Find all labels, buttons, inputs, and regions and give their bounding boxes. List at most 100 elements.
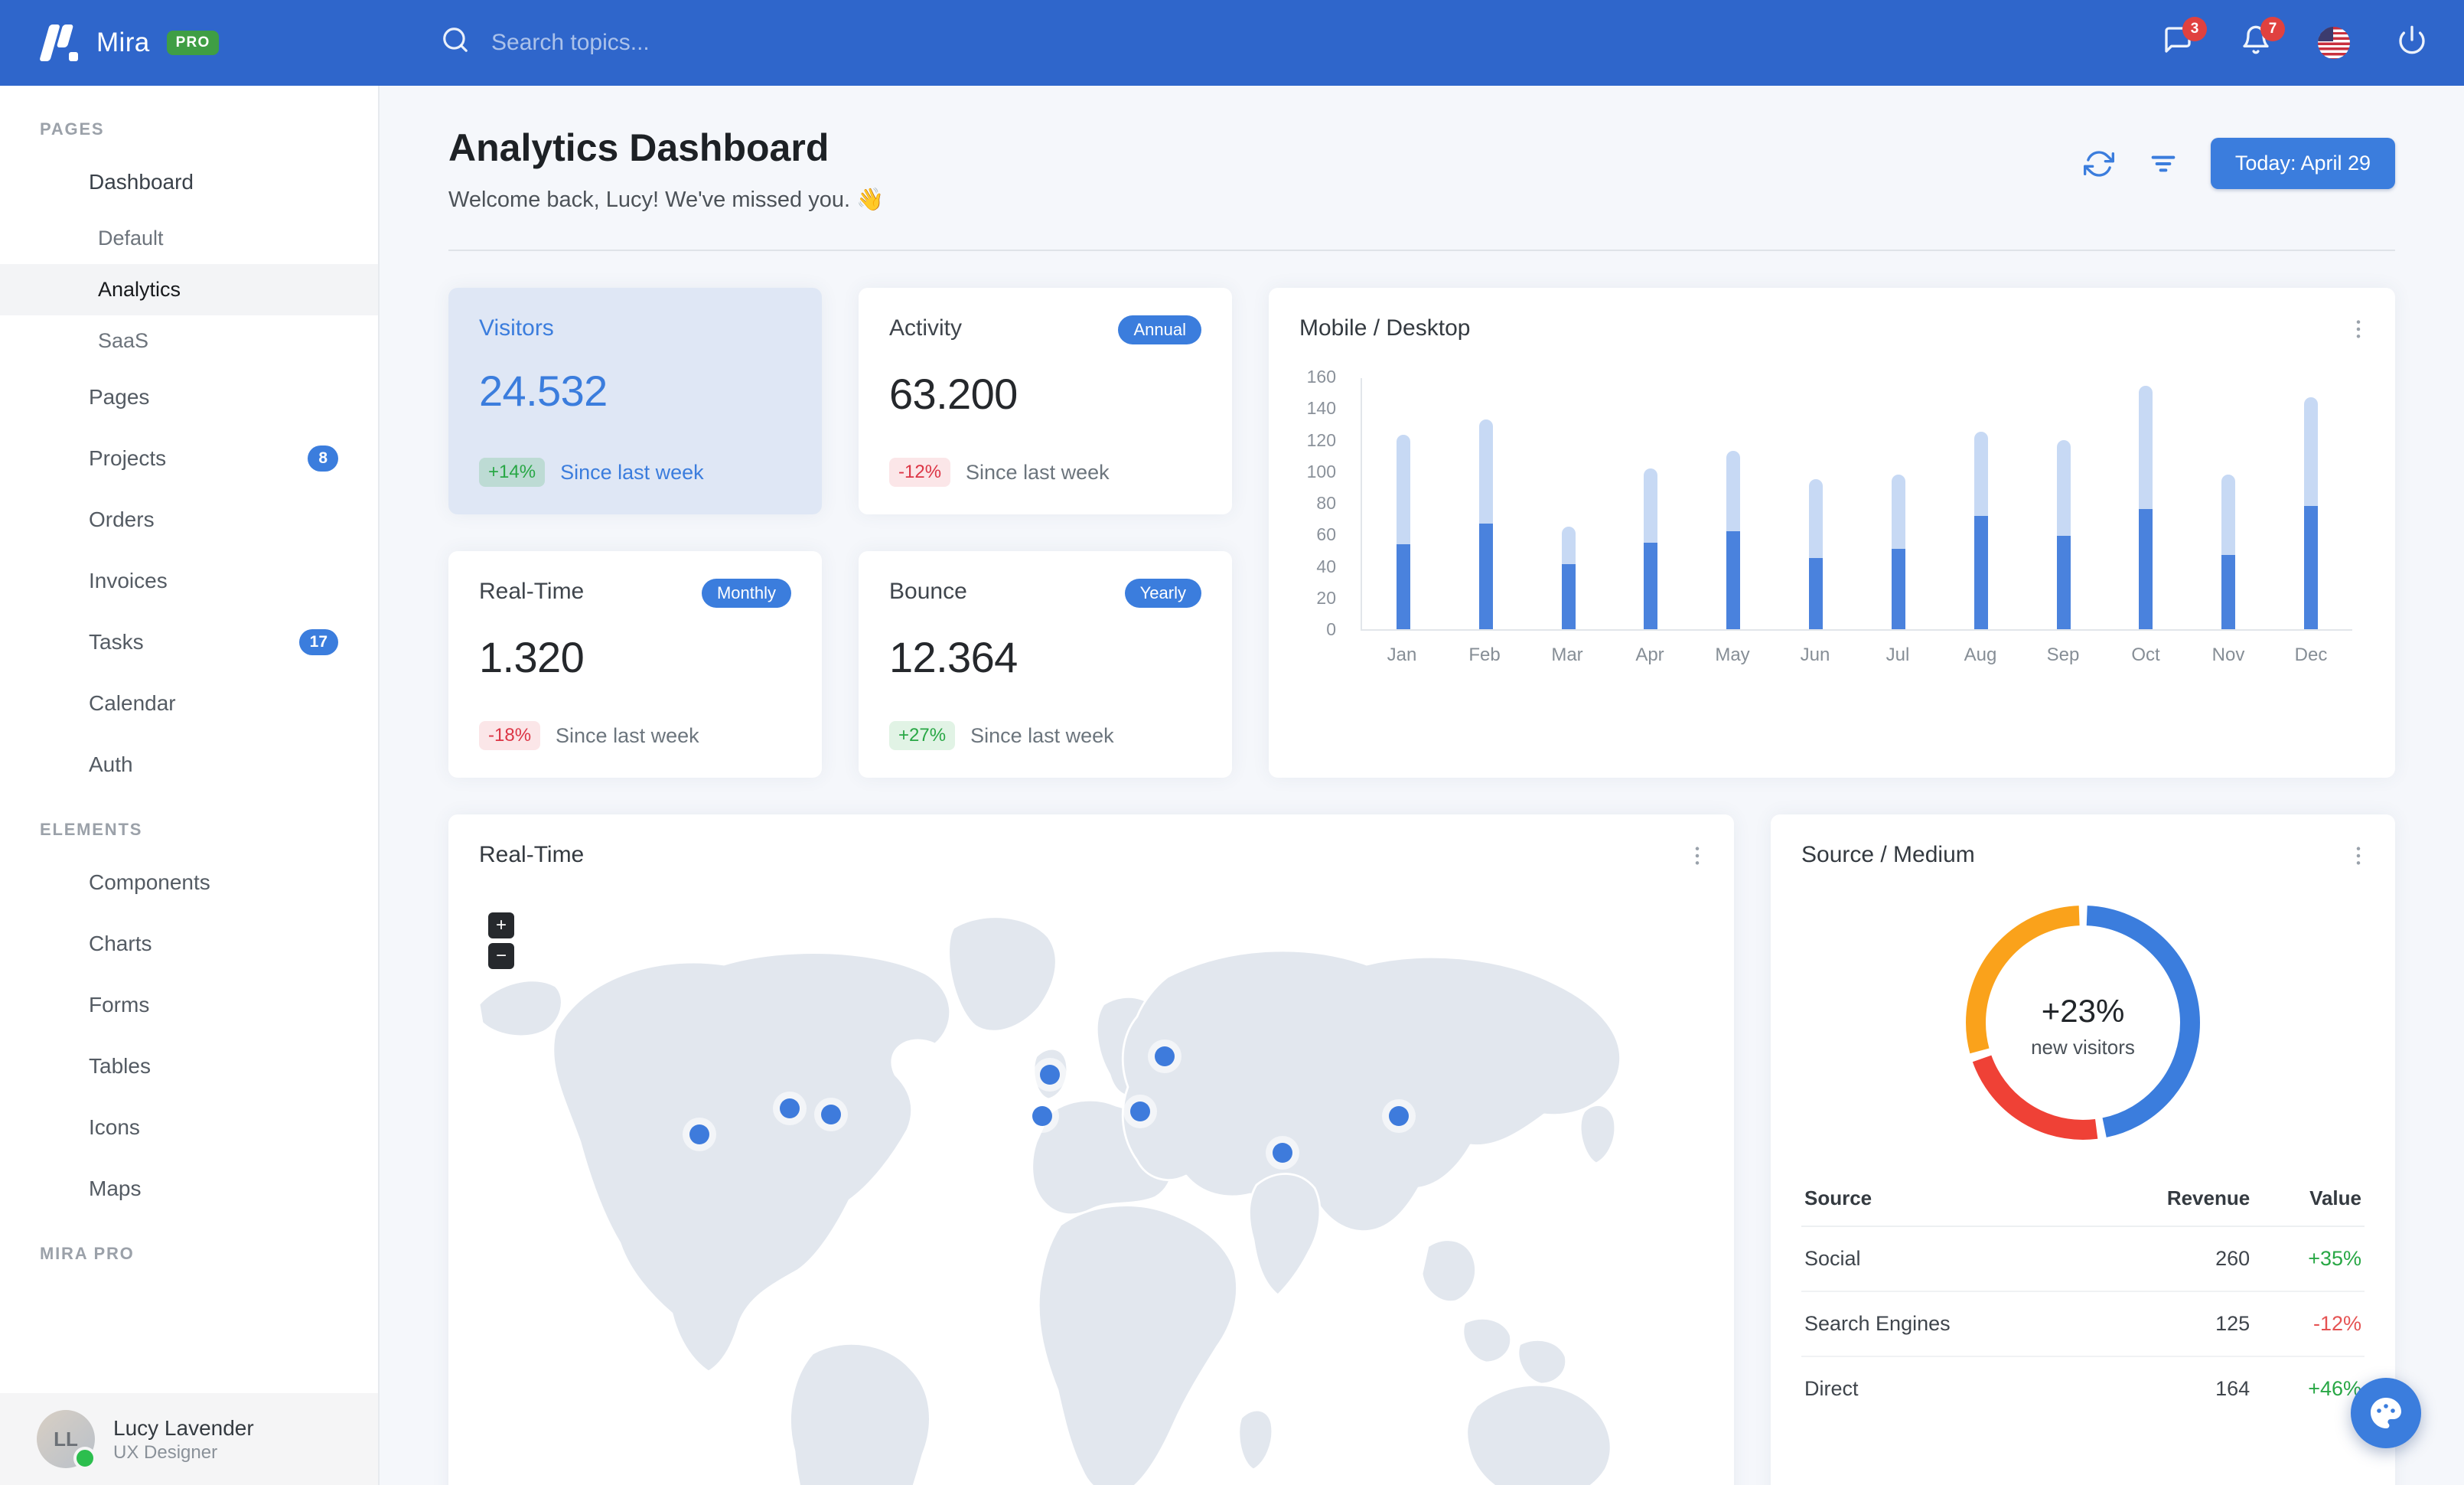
sidebar-item-label: Icons <box>89 1115 140 1139</box>
cell-source: Search Engines <box>1801 1291 2087 1357</box>
col-revenue: Revenue <box>2086 1171 2254 1227</box>
kebab-menu-icon[interactable] <box>1682 839 1713 873</box>
kebab-menu-icon[interactable] <box>2343 312 2374 346</box>
search-input[interactable] <box>488 28 856 57</box>
brand[interactable]: Mira PRO <box>39 24 383 61</box>
mobile-desktop-chart-card: Mobile / Desktop 0 20 40 60 80 100 120 140 160 J… <box>1269 288 2395 778</box>
map-marker-east-europe[interactable] <box>1130 1102 1150 1121</box>
main-content: Analytics Dashboard Welcome back, Lucy! … <box>380 86 2464 1485</box>
stat-caption: Since last week <box>560 460 704 484</box>
cell-value: +46% <box>2308 1377 2361 1400</box>
sidebar-item-tables[interactable]: Tables <box>0 1036 378 1097</box>
chevron-down-icon <box>311 1175 338 1203</box>
map-marker-uk[interactable] <box>1040 1065 1060 1085</box>
map-marker-us-west[interactable] <box>689 1124 709 1144</box>
bar-segment-mobile <box>2221 555 2236 629</box>
navbar-actions: 3 7 <box>2159 17 2430 61</box>
cell-source: Social <box>1801 1226 2087 1292</box>
sidebar-nav: PAGES Dashboard Default Analytics SaaS Pages P… <box>0 86 378 1393</box>
sidebar-item-components[interactable]: Components <box>0 852 378 913</box>
sidebar-item-invoices[interactable]: Invoices <box>0 550 378 612</box>
stat-delta-badge: -12% <box>889 458 951 487</box>
grid-icon <box>40 869 67 896</box>
map-marker-us-central[interactable] <box>780 1098 800 1118</box>
sidebar-item-charts[interactable]: Charts <box>0 913 378 974</box>
palette-icon <box>2371 1398 2401 1428</box>
search-box <box>441 25 856 60</box>
messages-button[interactable]: 3 <box>2159 17 2207 61</box>
map-marker-india[interactable] <box>1273 1143 1292 1163</box>
period-pill[interactable]: Yearly <box>1124 579 1201 608</box>
sidebar-subitem-saas[interactable]: SaaS <box>0 315 378 367</box>
y-axis: 0 20 40 60 80 100 120 140 160 <box>1299 367 1348 639</box>
map-marker-iberia[interactable] <box>1032 1106 1052 1126</box>
language-selector[interactable] <box>2316 24 2352 61</box>
pro-badge: PRO <box>166 31 220 55</box>
y-tick-label: 20 <box>1316 587 1336 608</box>
cell-revenue: 164 <box>2215 1377 2251 1400</box>
briefcase-icon <box>40 445 67 472</box>
sidebar-item-calendar[interactable]: Calendar <box>0 673 378 734</box>
donut-center-value: +23% <box>2041 992 2125 1029</box>
sidebar-count-badge: 8 <box>308 445 338 472</box>
kebab-menu-icon[interactable] <box>2343 839 2374 873</box>
bar-segment-mobile <box>1561 564 1576 629</box>
sidebar-subitem-default[interactable]: Default <box>0 213 378 264</box>
bar-segment-mobile <box>1726 531 1741 629</box>
refresh-button[interactable] <box>2082 147 2116 181</box>
sidebar-item-forms[interactable]: Forms <box>0 974 378 1036</box>
calendar-icon <box>40 690 67 717</box>
header-actions: Today: April 29 <box>2082 138 2395 189</box>
stat-caption: Since last week <box>556 723 699 747</box>
map-marker-china[interactable] <box>1389 1106 1409 1126</box>
sidebar-item-pages[interactable]: Pages <box>0 367 378 428</box>
bar-segment-mobile <box>1644 542 1658 629</box>
chevron-down-icon <box>311 567 338 595</box>
pie-chart-icon <box>40 930 67 958</box>
sidebar-section-label: ELEMENTS <box>40 820 143 839</box>
map-zoom-in-button[interactable]: + <box>488 912 514 938</box>
stat-card-realtime: Real-Time Monthly 1.320 -18% Since last … <box>448 551 822 778</box>
stat-card-activity: Activity Annual 63.200 -12% Since last w… <box>859 288 1232 514</box>
cell-source: Direct <box>1804 1377 1859 1400</box>
table-row: Social 260 +35% <box>1801 1226 2365 1292</box>
sidebar-item-label: Tasks <box>89 630 144 654</box>
bar-apr <box>1609 378 1692 629</box>
sidebar-item-projects[interactable]: Projects 8 <box>0 428 378 489</box>
x-tick-label: Jun <box>1800 645 1830 665</box>
sidebar-item-maps[interactable]: Maps <box>0 1158 378 1219</box>
sidebar-item-dashboard[interactable]: Dashboard <box>0 152 378 213</box>
table-row: Search Engines 125 -12% <box>1801 1291 2365 1357</box>
sidebar-user-card[interactable]: LL Lucy Lavender UX Designer <box>0 1393 378 1485</box>
x-tick-label: Apr <box>1635 645 1664 665</box>
notifications-button[interactable]: 7 <box>2237 17 2285 61</box>
chevron-up-icon <box>311 168 338 196</box>
map-marker-us-east[interactable] <box>821 1105 841 1124</box>
sidebar-item-tasks[interactable]: Tasks 17 <box>0 612 378 673</box>
sidebar-item-auth[interactable]: Auth <box>0 734 378 795</box>
date-range-button[interactable]: Today: April 29 <box>2210 138 2395 189</box>
period-pill[interactable]: Annual <box>1118 315 1201 344</box>
user-role: UX Designer <box>113 1442 218 1464</box>
cell-value: -12% <box>2253 1291 2365 1357</box>
chevron-down-icon <box>311 1053 338 1080</box>
map-zoom-out-button[interactable]: − <box>488 943 514 969</box>
theme-settings-fab[interactable] <box>2351 1378 2421 1448</box>
x-tick-label: May <box>1715 645 1750 665</box>
sidebar-item-icons[interactable]: Icons <box>0 1097 378 1158</box>
bar-segment-mobile <box>1396 543 1410 629</box>
sidebar-item-orders[interactable]: Orders <box>0 489 378 550</box>
chevron-down-icon <box>311 930 338 958</box>
map-marker-russia[interactable] <box>1155 1046 1175 1066</box>
header-divider <box>448 250 2395 251</box>
search-icon <box>441 25 470 60</box>
y-tick-label: 120 <box>1306 429 1336 450</box>
sidebar-subitem-analytics[interactable]: Analytics <box>0 264 378 315</box>
bar-aug <box>1940 378 2022 629</box>
bar-segment-mobile <box>2139 509 2153 629</box>
logout-button[interactable] <box>2394 24 2430 61</box>
period-pill[interactable]: Monthly <box>701 579 791 608</box>
bar-segment-desktop <box>2056 439 2071 537</box>
realtime-map-card: Real-Time + − <box>448 814 1734 1485</box>
filter-button[interactable] <box>2146 147 2180 181</box>
